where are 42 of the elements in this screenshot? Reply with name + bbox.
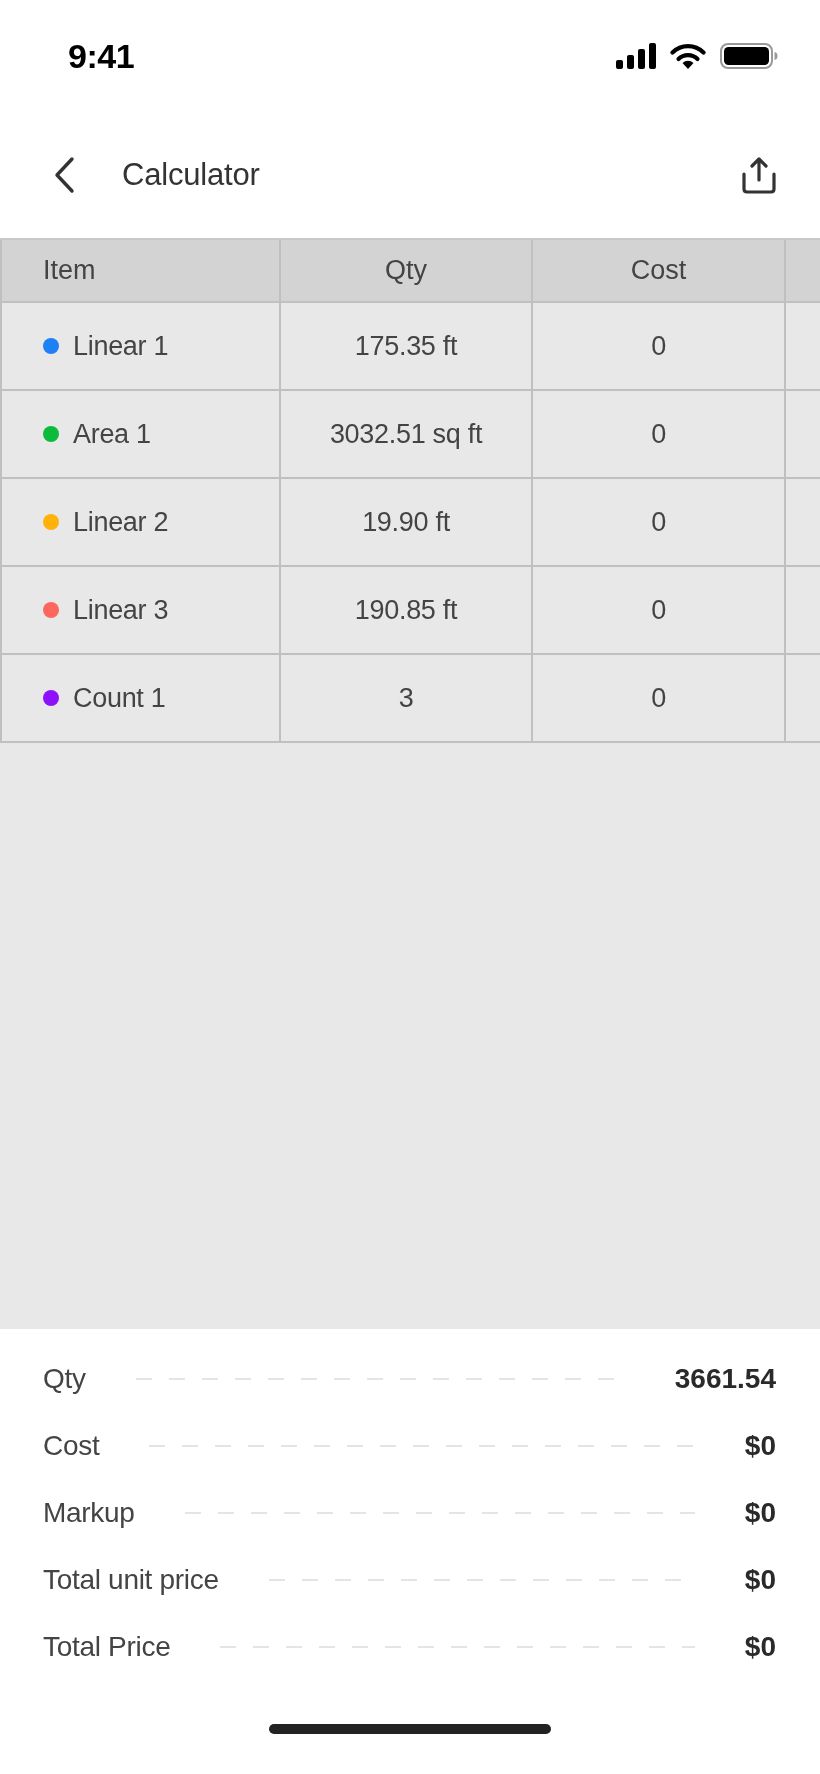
back-button[interactable] [52, 156, 76, 194]
summary-label: Total unit price [43, 1563, 219, 1596]
summary-label: Markup [43, 1496, 135, 1529]
summary-value: $0 [744, 1630, 776, 1663]
qty-cell: 190.85 ft [281, 567, 533, 655]
item-name: Linear 1 [73, 330, 169, 362]
page-title: Calculator [122, 157, 260, 193]
summary-value: $0 [744, 1496, 776, 1529]
summary-label: Cost [43, 1429, 100, 1462]
item-name: Linear 3 [73, 594, 169, 626]
item-cell[interactable]: Count 1 [0, 655, 281, 743]
item-name: Count 1 [73, 682, 166, 714]
chevron-left-icon [52, 156, 76, 194]
column-header[interactable]: Qty [281, 240, 533, 303]
item-cell[interactable]: Linear 1 [0, 303, 281, 391]
qty-cell: 3032.51 sq ft [281, 391, 533, 479]
summary-value: 3661.54 [674, 1362, 776, 1395]
item-name: Linear 2 [73, 506, 169, 538]
column-header[interactable]: Item [0, 240, 281, 303]
wifi-icon [670, 43, 706, 69]
column-header[interactable]: Cost [533, 240, 786, 303]
signal-icon [616, 43, 656, 69]
cost-cell: 0 [533, 391, 786, 479]
qty-cell: 3 [281, 655, 533, 743]
share-icon [741, 156, 777, 194]
share-button[interactable] [741, 156, 777, 194]
cost-cell: 0 [533, 303, 786, 391]
qty-cell: 19.90 ft [281, 479, 533, 567]
cost-cell: 0 [533, 655, 786, 743]
status-time: 9:41 [68, 36, 135, 76]
cost-cell: 0 [533, 567, 786, 655]
item-cell[interactable]: Area 1 [0, 391, 281, 479]
summary-label: Qty [43, 1362, 86, 1395]
item-cell[interactable]: Linear 3 [0, 567, 281, 655]
item-cell[interactable]: Linear 2 [0, 479, 281, 567]
item-name: Area 1 [73, 418, 151, 450]
cost-cell: 0 [533, 479, 786, 567]
qty-cell: 175.35 ft [281, 303, 533, 391]
summary-value: $0 [744, 1563, 776, 1596]
summary-label: Total Price [43, 1630, 171, 1663]
summary-value: $0 [744, 1429, 776, 1462]
battery-icon [720, 43, 778, 69]
